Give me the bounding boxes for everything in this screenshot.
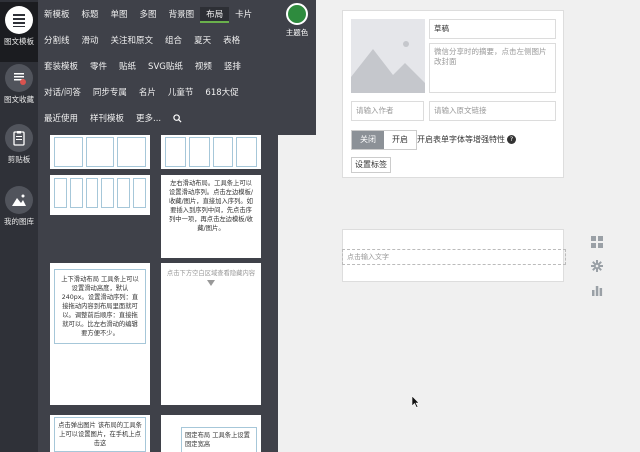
category-row: 分割线 滑动 关注和原文 组合 夏天 表格: [38, 33, 246, 49]
template-preview-box: 固定布局 工具条上设置固定宽高: [181, 427, 257, 452]
template-preview-box: 点击弹出图片 该布局的工具条上可以设置图片，在手机上点击这: [54, 417, 146, 452]
toggle-off-button[interactable]: 关闭: [352, 131, 384, 149]
template-card-vertical-scroll[interactable]: 上下滑动布局 工具条上可以设置滑动高度，默认240px。设置滑动序列：直接拖动内…: [50, 263, 150, 405]
rail-label: 我的图库: [4, 217, 34, 226]
category-row: 最近使用 样刊模板 更多...: [38, 111, 188, 127]
help-icon[interactable]: ?: [507, 135, 516, 144]
rail-item-templates[interactable]: 图文模板: [0, 2, 38, 62]
theme-color-label: 主题色: [285, 28, 309, 37]
title-field[interactable]: 草稿: [429, 19, 556, 39]
tab-recent[interactable]: 最近使用: [38, 111, 84, 127]
template-card[interactable]: [161, 135, 261, 169]
enhance-toggle: 关闭 开启: [351, 130, 417, 150]
mouse-cursor-icon: [412, 396, 420, 408]
theme-color-swatch: [286, 3, 308, 25]
tab-divider[interactable]: 分割线: [38, 33, 76, 49]
category-row: 新模板 标题 单图 多图 背景图 布局 卡片: [38, 7, 258, 23]
template-card-slide-layout[interactable]: 左右滑动布局。工具条上可以设置滑动序列。点击左边模板/收藏/图片，直接加入序列。…: [161, 175, 261, 258]
tab-childrens-day[interactable]: 儿童节: [162, 85, 200, 101]
tab-suite-templates[interactable]: 套装模板: [38, 59, 84, 75]
template-description: 点击下方空白区域查看隐藏内容: [166, 270, 256, 277]
template-card[interactable]: [50, 135, 150, 169]
rail-item-favorites[interactable]: 图文收藏: [0, 60, 38, 120]
rail-item-clipboard[interactable]: 剪贴板: [0, 120, 38, 180]
template-card-fixed-layout[interactable]: 固定布局 工具条上设置固定宽高: [161, 415, 261, 452]
tab-more[interactable]: 更多...: [130, 111, 167, 127]
set-tags-button[interactable]: 设置标签: [351, 157, 391, 173]
tab-follow-original[interactable]: 关注和原文: [105, 33, 160, 49]
tab-slide[interactable]: 滑动: [76, 33, 105, 49]
image-library-icon: [5, 186, 33, 214]
enhance-label: 开启表单字体等增强特性?: [417, 134, 516, 145]
template-card[interactable]: [50, 175, 150, 215]
enhance-label-text: 开启表单字体等增强特性: [417, 135, 505, 144]
author-field[interactable]: 请输入作者: [351, 101, 424, 121]
template-gallery: 左右滑动布局。工具条上可以设置滑动序列。点击左边模板/收藏/图片，直接加入序列。…: [38, 135, 278, 452]
gear-icon[interactable]: [591, 260, 603, 272]
rail-item-image-library[interactable]: 我的图库: [0, 182, 38, 242]
tab-svg-stickers[interactable]: SVG贴纸: [142, 59, 189, 75]
category-panel: 新模板 标题 单图 多图 背景图 布局 卡片 分割线 滑动 关注和原文 组合 夏…: [38, 0, 316, 135]
tab-sample-templates[interactable]: 样刊模板: [84, 111, 130, 127]
search-icon[interactable]: [167, 111, 188, 127]
tab-card[interactable]: 卡片: [229, 7, 258, 23]
tab-parts[interactable]: 零件: [84, 59, 113, 75]
bar-chart-icon[interactable]: [591, 284, 603, 296]
template-preview-box: 上下滑动布局 工具条上可以设置滑动高度，默认240px。设置滑动序列：直接拖动内…: [54, 269, 146, 344]
list-icon: [5, 6, 33, 34]
template-grid-preview: [50, 135, 150, 169]
summary-field[interactable]: 微信分享时的摘要，点击左侧图片改封面: [429, 43, 556, 93]
tab-business-card[interactable]: 名片: [133, 85, 162, 101]
tab-video[interactable]: 视频: [189, 59, 218, 75]
tab-summer[interactable]: 夏天: [188, 33, 217, 49]
triangle-down-icon: [207, 280, 215, 286]
cover-image-placeholder[interactable]: [351, 19, 425, 93]
icon-rail: 图文模板 图文收藏 剪贴板 我的图库: [0, 0, 38, 452]
rail-label: 图文模板: [4, 37, 34, 46]
tab-combo[interactable]: 组合: [159, 33, 188, 49]
tab-sync[interactable]: 同步专属: [87, 85, 133, 101]
theme-color-button[interactable]: 主题色: [278, 0, 316, 44]
side-toolbar: [591, 236, 605, 308]
toggle-on-button[interactable]: 开启: [384, 131, 416, 149]
tab-new-templates[interactable]: 新模板: [38, 7, 76, 23]
body-text-input[interactable]: 点击输入文字: [342, 249, 566, 265]
template-card-popup-image[interactable]: 点击弹出图片 该布局的工具条上可以设置图片，在手机上点击这: [50, 415, 150, 452]
tab-title[interactable]: 标题: [76, 7, 105, 23]
template-description: 上下滑动布局 工具条上可以设置滑动高度，默认240px。设置滑动序列：直接拖动内…: [61, 276, 139, 337]
tab-background-image[interactable]: 背景图: [163, 7, 201, 23]
clipboard-icon: [5, 124, 33, 152]
rail-label: 剪贴板: [7, 155, 31, 164]
grid-icon[interactable]: [591, 236, 603, 248]
template-card-hidden-content[interactable]: 点击下方空白区域查看隐藏内容: [161, 263, 261, 405]
tab-vertical[interactable]: 竖排: [218, 59, 247, 75]
image-placeholder-icon: [351, 41, 425, 93]
content-editor-card: 点击输入文字: [342, 229, 566, 282]
rail-label: 图文收藏: [4, 95, 34, 104]
category-row: 套装模板 零件 贴纸 SVG贴纸 视频 竖排: [38, 59, 247, 75]
tab-dialogue[interactable]: 对话/问答: [38, 85, 87, 101]
tab-multi-image[interactable]: 多图: [134, 7, 163, 23]
original-link-field[interactable]: 请输入原文链接: [429, 101, 556, 121]
article-settings-card: 草稿 微信分享时的摘要，点击左侧图片改封面 请输入作者 请输入原文链接 关闭 开…: [342, 10, 564, 178]
tab-table[interactable]: 表格: [217, 33, 246, 49]
favorites-icon: [5, 64, 33, 92]
tab-618-sale[interactable]: 618大促: [199, 85, 244, 101]
tab-stickers[interactable]: 贴纸: [113, 59, 142, 75]
template-grid-preview: [50, 175, 150, 210]
category-row: 对话/问答 同步专属 名片 儿童节 618大促: [38, 85, 245, 101]
template-description: 点击弹出图片 该布局的工具条上可以设置图片，在手机上点击这: [58, 422, 142, 447]
tab-layout[interactable]: 布局: [200, 7, 230, 23]
template-grid-preview: [161, 135, 261, 169]
template-description: 固定布局 工具条上设置固定宽高: [185, 432, 250, 448]
tab-single-image[interactable]: 单图: [105, 7, 134, 23]
template-description: 左右滑动布局。工具条上可以设置滑动序列。点击左边模板/收藏/图片，直接加入序列。…: [169, 180, 253, 232]
